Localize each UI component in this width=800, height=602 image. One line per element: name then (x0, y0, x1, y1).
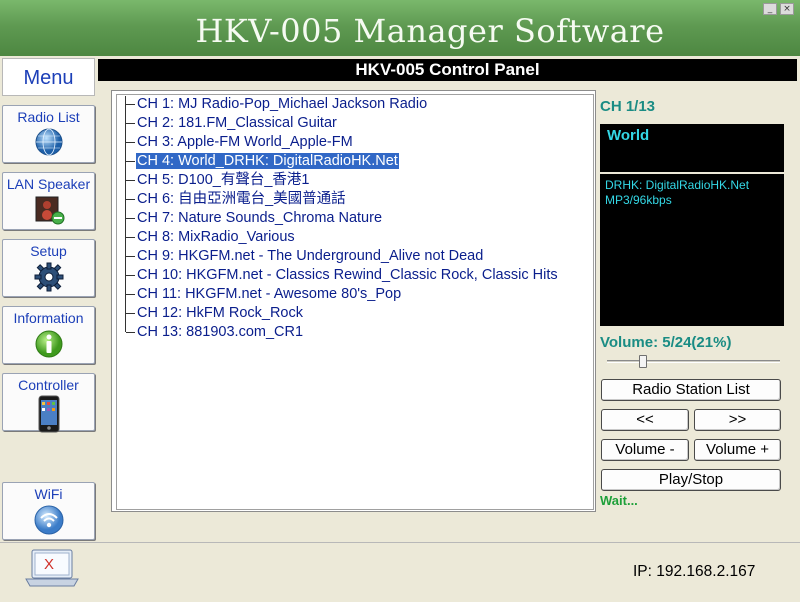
station-info-line: DRHK: DigitalRadioHK.Net (605, 178, 750, 192)
radio-station-list-button[interactable]: Radio Station List (601, 379, 781, 401)
tree-tick (126, 141, 135, 143)
wifi-label: WiFi (34, 486, 63, 502)
channel-label: CH 7: Nature Sounds_Chroma Nature (137, 210, 383, 226)
channel-index: CH 1/13 (600, 98, 656, 115)
lan-speaker-label: LAN Speaker (6, 176, 91, 192)
tree-tick (126, 122, 135, 124)
channel-label: CH 13: 881903.com_CR1 (137, 324, 304, 340)
tree-tick (126, 160, 135, 162)
channel-item[interactable]: CH 6: 自由亞洲電台_美國普通話 (126, 190, 347, 209)
station-bitrate: MP3/96kbps (605, 193, 672, 207)
channel-item[interactable]: CH 7: Nature Sounds_Chroma Nature (126, 209, 383, 228)
volume-slider-thumb[interactable] (639, 355, 647, 368)
tree-tick (126, 312, 135, 314)
channel-label: CH 12: HkFM Rock_Rock (137, 305, 303, 321)
tree-tick (126, 217, 135, 219)
tree-tick (126, 236, 135, 238)
channel-label: CH 11: HKGFM.net - Awesome 80's_Pop (137, 286, 402, 302)
control-panel-title: HKV-005 Control Panel (98, 59, 797, 81)
channel-label: CH 5: D100_有聲台_香港1 (137, 172, 310, 188)
controller-button[interactable]: Controller (2, 373, 95, 433)
channel-item[interactable]: CH 5: D100_有聲台_香港1 (126, 171, 310, 190)
channel-item[interactable]: CH 1: MJ Radio-Pop_Michael Jackson Radio (126, 95, 428, 114)
tree-tick (126, 103, 135, 105)
station-name-display: World (600, 124, 784, 172)
radio-list-button[interactable]: Radio List (2, 105, 95, 163)
setup-button[interactable]: Setup (2, 239, 95, 297)
tree-tick (126, 293, 135, 295)
controller-label: Controller (18, 377, 79, 393)
tree-tick (126, 198, 135, 200)
station-info-display: DRHK: DigitalRadioHK.Net MP3/96kbps (600, 174, 784, 326)
channel-item[interactable]: CH 3: Apple-FM World_Apple-FM (126, 133, 354, 152)
volume-up-button[interactable]: Volume + (694, 439, 781, 461)
channel-item[interactable]: CH 10: HKGFM.net - Classics Rewind_Class… (126, 266, 559, 285)
channel-item[interactable]: CH 9: HKGFM.net - The Underground_Alive … (126, 247, 484, 266)
volume-slider-track[interactable] (607, 360, 780, 363)
title-bar: HKV-005 Manager Software _ × (0, 0, 800, 56)
information-button[interactable]: Information (2, 306, 95, 364)
speaker-icon (35, 196, 64, 225)
info-icon (35, 330, 62, 358)
wifi-icon (34, 505, 63, 535)
tree-tick (126, 274, 135, 276)
menu-header: Menu (2, 58, 95, 96)
channel-label: CH 10: HKGFM.net - Classics Rewind_Class… (137, 267, 558, 283)
channel-label: CH 8: MixRadio_Various (137, 229, 295, 245)
globe-icon (35, 128, 62, 156)
channel-label: CH 6: 自由亞洲電台_美國普通話 (137, 191, 346, 207)
channel-item[interactable]: CH 4: World_DRHK: DigitalRadioHK.Net (126, 152, 399, 171)
volume-down-button[interactable]: Volume - (601, 439, 689, 461)
tree-tick (126, 331, 135, 333)
previous-channel-button[interactable]: << (601, 409, 689, 431)
disconnected-mark: X (44, 556, 55, 573)
window-title: HKV-005 Manager Software (195, 12, 665, 50)
channel-label: CH 4: World_DRHK: DigitalRadioHK.Net (136, 153, 399, 169)
status-text: Wait... (600, 493, 638, 508)
information-label: Information (13, 310, 84, 326)
menu-sidebar: Menu Radio List LAN Speaker Setup Inform… (0, 56, 98, 542)
minimize-button[interactable]: _ (763, 3, 777, 15)
tree-tick (126, 179, 135, 181)
channel-label: CH 2: 181.FM_Classical Guitar (137, 115, 337, 131)
radio-list-label: Radio List (17, 109, 80, 125)
wifi-button[interactable]: WiFi (2, 482, 95, 540)
channel-item[interactable]: CH 13: 881903.com_CR1 (126, 323, 304, 342)
setup-label: Setup (30, 243, 67, 259)
channel-item[interactable]: CH 11: HKGFM.net - Awesome 80's_Pop (126, 285, 402, 304)
channel-label: CH 9: HKGFM.net - The Underground_Alive … (137, 248, 484, 264)
ip-address: IP: 192.168.2.167 (633, 563, 756, 580)
play-stop-button[interactable]: Play/Stop (601, 469, 781, 491)
channel-item[interactable]: CH 8: MixRadio_Various (126, 228, 296, 247)
volume-label: Volume: 5/24(21%) (600, 334, 732, 351)
next-channel-button[interactable]: >> (694, 409, 781, 431)
gear-icon (34, 262, 63, 292)
tree-tick (126, 255, 135, 257)
channel-item[interactable]: CH 12: HkFM Rock_Rock (126, 304, 304, 323)
close-button[interactable]: × (780, 3, 794, 15)
phone-icon (38, 395, 59, 433)
channel-item[interactable]: CH 2: 181.FM_Classical Guitar (126, 114, 338, 133)
channel-label: CH 1: MJ Radio-Pop_Michael Jackson Radio (137, 96, 428, 112)
station-name: World (607, 127, 650, 144)
lan-speaker-button[interactable]: LAN Speaker (2, 172, 95, 230)
channel-label: CH 3: Apple-FM World_Apple-FM (137, 134, 353, 150)
